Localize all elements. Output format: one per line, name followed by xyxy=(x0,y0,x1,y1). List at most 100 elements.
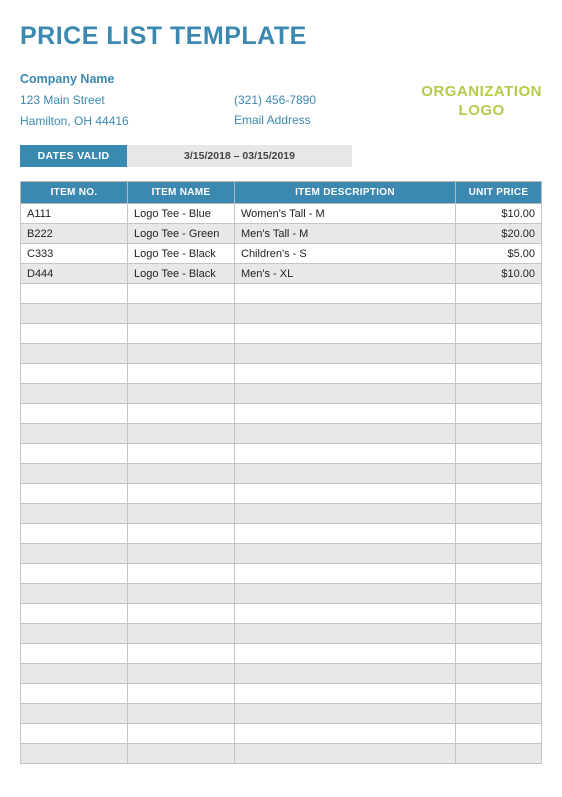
empty-cell[interactable] xyxy=(235,664,456,684)
cell-item-desc[interactable]: Men's - XL xyxy=(235,264,456,284)
empty-cell[interactable] xyxy=(21,664,128,684)
empty-cell[interactable] xyxy=(456,744,542,764)
empty-cell[interactable] xyxy=(456,604,542,624)
empty-cell[interactable] xyxy=(456,364,542,384)
empty-cell[interactable] xyxy=(128,524,235,544)
empty-cell[interactable] xyxy=(235,324,456,344)
empty-cell[interactable] xyxy=(128,544,235,564)
cell-item-desc[interactable]: Women's Tall - M xyxy=(235,204,456,224)
empty-cell[interactable] xyxy=(21,604,128,624)
empty-cell[interactable] xyxy=(235,744,456,764)
empty-cell[interactable] xyxy=(235,704,456,724)
cell-unit-price[interactable]: $5.00 xyxy=(456,244,542,264)
empty-cell[interactable] xyxy=(235,564,456,584)
empty-cell[interactable] xyxy=(456,684,542,704)
empty-cell[interactable] xyxy=(456,344,542,364)
empty-cell[interactable] xyxy=(456,644,542,664)
empty-cell[interactable] xyxy=(21,584,128,604)
cell-item-desc[interactable]: Children's - S xyxy=(235,244,456,264)
empty-cell[interactable] xyxy=(128,424,235,444)
empty-cell[interactable] xyxy=(456,284,542,304)
empty-cell[interactable] xyxy=(456,324,542,344)
empty-cell[interactable] xyxy=(21,724,128,744)
empty-cell[interactable] xyxy=(235,584,456,604)
empty-cell[interactable] xyxy=(21,464,128,484)
empty-cell[interactable] xyxy=(128,324,235,344)
empty-cell[interactable] xyxy=(128,504,235,524)
empty-cell[interactable] xyxy=(21,564,128,584)
empty-cell[interactable] xyxy=(235,604,456,624)
empty-cell[interactable] xyxy=(456,724,542,744)
cell-item-no[interactable]: D444 xyxy=(21,264,128,284)
empty-cell[interactable] xyxy=(456,384,542,404)
empty-cell[interactable] xyxy=(128,464,235,484)
empty-cell[interactable] xyxy=(235,364,456,384)
empty-cell[interactable] xyxy=(235,464,456,484)
empty-cell[interactable] xyxy=(128,664,235,684)
empty-cell[interactable] xyxy=(235,624,456,644)
empty-cell[interactable] xyxy=(21,384,128,404)
cell-unit-price[interactable]: $10.00 xyxy=(456,264,542,284)
empty-cell[interactable] xyxy=(235,424,456,444)
empty-cell[interactable] xyxy=(21,704,128,724)
empty-cell[interactable] xyxy=(456,544,542,564)
cell-item-name[interactable]: Logo Tee - Black xyxy=(128,264,235,284)
empty-cell[interactable] xyxy=(128,704,235,724)
empty-cell[interactable] xyxy=(21,744,128,764)
empty-cell[interactable] xyxy=(21,524,128,544)
empty-cell[interactable] xyxy=(21,504,128,524)
dates-valid-value[interactable]: 3/15/2018 – 03/15/2019 xyxy=(127,145,352,167)
empty-cell[interactable] xyxy=(128,364,235,384)
empty-cell[interactable] xyxy=(456,424,542,444)
empty-cell[interactable] xyxy=(21,304,128,324)
empty-cell[interactable] xyxy=(21,624,128,644)
empty-cell[interactable] xyxy=(128,624,235,644)
empty-cell[interactable] xyxy=(456,624,542,644)
empty-cell[interactable] xyxy=(128,404,235,424)
empty-cell[interactable] xyxy=(235,724,456,744)
empty-cell[interactable] xyxy=(21,644,128,664)
empty-cell[interactable] xyxy=(21,364,128,384)
cell-item-desc[interactable]: Men's Tall - M xyxy=(235,224,456,244)
cell-item-no[interactable]: B222 xyxy=(21,224,128,244)
empty-cell[interactable] xyxy=(21,544,128,564)
empty-cell[interactable] xyxy=(456,484,542,504)
cell-item-no[interactable]: A111 xyxy=(21,204,128,224)
empty-cell[interactable] xyxy=(456,524,542,544)
empty-cell[interactable] xyxy=(235,344,456,364)
empty-cell[interactable] xyxy=(235,504,456,524)
empty-cell[interactable] xyxy=(21,324,128,344)
empty-cell[interactable] xyxy=(128,564,235,584)
empty-cell[interactable] xyxy=(235,484,456,504)
empty-cell[interactable] xyxy=(456,564,542,584)
empty-cell[interactable] xyxy=(456,504,542,524)
empty-cell[interactable] xyxy=(235,544,456,564)
empty-cell[interactable] xyxy=(128,684,235,704)
cell-unit-price[interactable]: $20.00 xyxy=(456,224,542,244)
empty-cell[interactable] xyxy=(235,304,456,324)
cell-item-name[interactable]: Logo Tee - Blue xyxy=(128,204,235,224)
empty-cell[interactable] xyxy=(128,384,235,404)
empty-cell[interactable] xyxy=(235,384,456,404)
empty-cell[interactable] xyxy=(128,724,235,744)
cell-item-name[interactable]: Logo Tee - Green xyxy=(128,224,235,244)
empty-cell[interactable] xyxy=(21,424,128,444)
empty-cell[interactable] xyxy=(456,304,542,324)
empty-cell[interactable] xyxy=(456,444,542,464)
empty-cell[interactable] xyxy=(128,444,235,464)
empty-cell[interactable] xyxy=(21,284,128,304)
empty-cell[interactable] xyxy=(235,644,456,664)
empty-cell[interactable] xyxy=(456,404,542,424)
cell-item-no[interactable]: C333 xyxy=(21,244,128,264)
empty-cell[interactable] xyxy=(456,584,542,604)
cell-unit-price[interactable]: $10.00 xyxy=(456,204,542,224)
empty-cell[interactable] xyxy=(21,684,128,704)
empty-cell[interactable] xyxy=(21,344,128,364)
empty-cell[interactable] xyxy=(128,344,235,364)
empty-cell[interactable] xyxy=(456,704,542,724)
empty-cell[interactable] xyxy=(128,744,235,764)
empty-cell[interactable] xyxy=(128,604,235,624)
empty-cell[interactable] xyxy=(128,584,235,604)
empty-cell[interactable] xyxy=(128,644,235,664)
empty-cell[interactable] xyxy=(128,284,235,304)
